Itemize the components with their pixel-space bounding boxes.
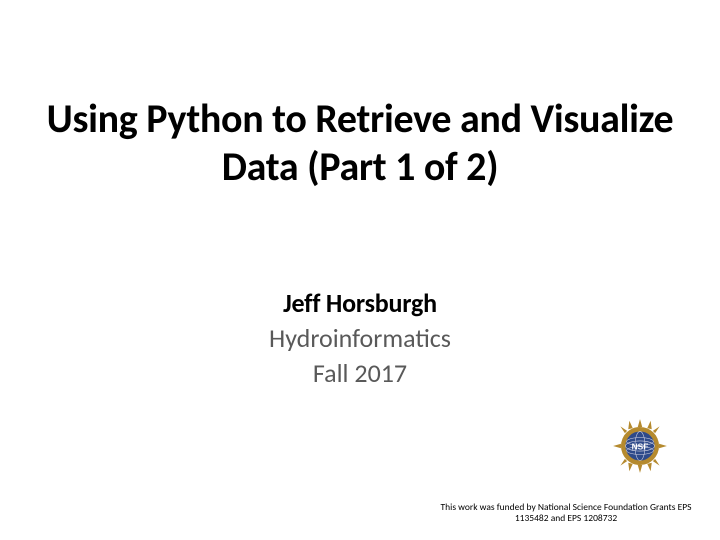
slide-title: Using Python to Retrieve and Visualize D…	[40, 95, 680, 191]
funding-acknowledgment: This work was funded by National Science…	[438, 502, 694, 524]
slide-body: Jeff Horsburgh Hydroinformatics Fall 201…	[40, 286, 680, 391]
svg-text:NSF: NSF	[632, 441, 649, 451]
nsf-logo-icon: NSF	[612, 418, 668, 474]
author-name: Jeff Horsburgh	[40, 286, 680, 321]
term-label: Fall 2017	[40, 356, 680, 391]
course-name: Hydroinformatics	[40, 321, 680, 356]
slide-title-page: Using Python to Retrieve and Visualize D…	[0, 0, 720, 540]
